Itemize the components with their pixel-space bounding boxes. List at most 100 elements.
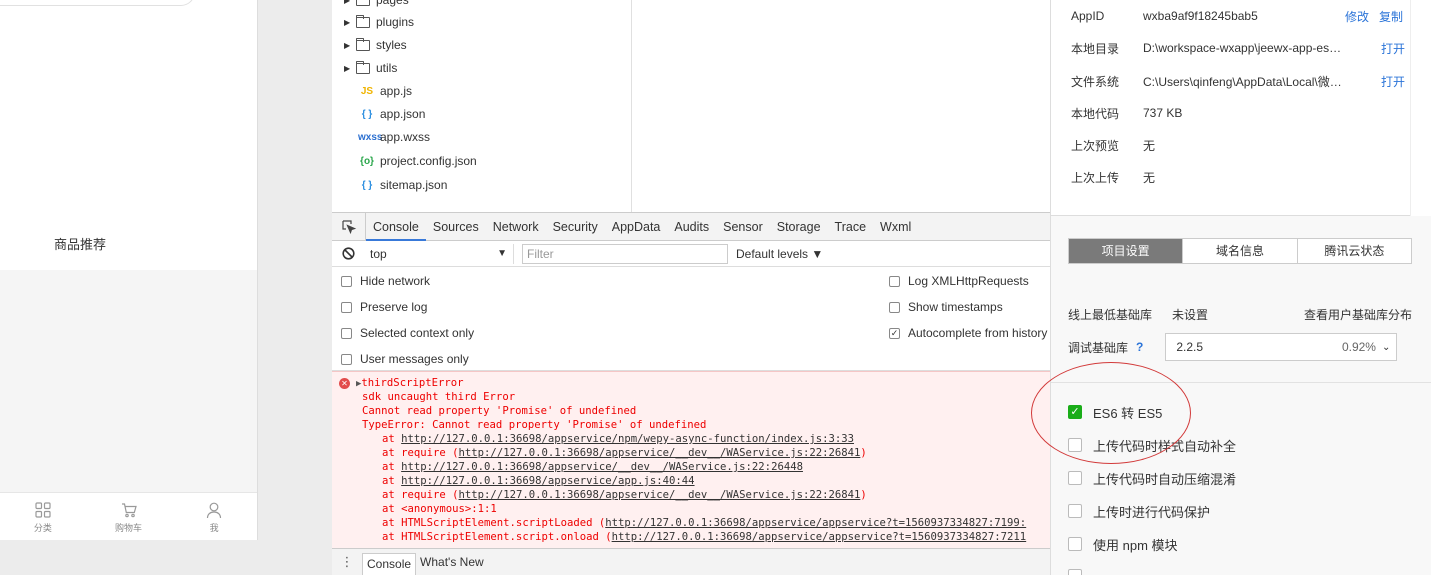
tab-appdata[interactable]: AppData (605, 213, 668, 241)
drawer-tab-whats-new[interactable]: What's New (416, 549, 488, 575)
checkbox[interactable] (341, 275, 352, 287)
folder-icon (356, 60, 370, 74)
checkbox[interactable] (889, 275, 900, 287)
option-partial[interactable] (1068, 566, 1093, 575)
checkbox[interactable] (1068, 471, 1082, 485)
setting-show-timestamps[interactable]: Show timestamps (889, 300, 1003, 314)
checkbox[interactable] (1068, 569, 1082, 575)
tab-wxml[interactable]: Wxml (873, 213, 918, 241)
stack-link[interactable]: http://127.0.0.1:36698/appservice/__dev_… (401, 461, 803, 473)
setting-user-messages[interactable]: User messages only (341, 352, 469, 366)
tree-file-app-wxss[interactable]: wxss app.wxss (332, 126, 430, 148)
checkbox[interactable] (341, 353, 352, 365)
project-panel: AppID wxba9af9f18245bab5 修改 复制 本地目录 D:\w… (1050, 0, 1431, 575)
tree-file-app-json[interactable]: { } app.json (332, 103, 426, 125)
console-filter-input[interactable]: Filter (522, 243, 728, 264)
checkbox[interactable] (1068, 438, 1082, 452)
stack-link[interactable]: http://127.0.0.1:36698/appservice/__dev_… (459, 447, 861, 459)
stack-prefix: at <anonymous>:1:1 (382, 503, 497, 515)
setting-selected-context[interactable]: Selected context only (341, 326, 474, 340)
option-code-protection[interactable]: 上传时进行代码保护 (1068, 501, 1210, 521)
stack-frame: at http://127.0.0.1:36698/appservice/npm… (382, 433, 854, 445)
option-npm-module[interactable]: 使用 npm 模块 (1068, 534, 1178, 554)
tab-trace[interactable]: Trace (828, 213, 874, 241)
tab-sources[interactable]: Sources (426, 213, 486, 241)
open-filesystem-link[interactable]: 打开 (1381, 73, 1405, 90)
tree-folder-plugins[interactable]: ▶ plugins (332, 11, 414, 33)
info-row-code-size: 本地代码 737 KB (1071, 103, 1343, 123)
tab-storage[interactable]: Storage (770, 213, 828, 241)
stack-link[interactable]: http://127.0.0.1:36698/appservice/appser… (605, 517, 1026, 529)
segment-project-settings[interactable]: 项目设置 (1069, 239, 1184, 263)
more-vertical-icon[interactable]: ⋮ (332, 554, 362, 570)
stack-link[interactable]: http://127.0.0.1:36698/appservice/appser… (612, 531, 1027, 543)
tabbar-label: 我 (209, 523, 219, 533)
search-pill[interactable] (0, 0, 195, 6)
setting-autocomplete-history[interactable]: ✓ Autocomplete from history (889, 326, 1047, 340)
stack-frame: at http://127.0.0.1:36698/appservice/app… (382, 475, 695, 487)
chevron-right-icon[interactable]: ▶ (344, 0, 354, 5)
checkbox[interactable] (1068, 537, 1082, 551)
panel-gap (258, 0, 332, 575)
setting-log-xhr[interactable]: Log XMLHttpRequests (889, 274, 1029, 288)
checkbox-checked[interactable]: ✓ (889, 327, 900, 339)
tree-folder-pages[interactable]: ▶ pages (332, 0, 409, 11)
tabbar-item-me[interactable]: 我 (171, 493, 257, 540)
stack-link[interactable]: http://127.0.0.1:36698/appservice/app.js… (401, 475, 694, 487)
setting-label: Hide network (360, 274, 431, 288)
open-local-dir-link[interactable]: 打开 (1381, 40, 1405, 57)
option-style-autocomplete[interactable]: 上传代码时样式自动补全 (1068, 435, 1236, 455)
info-row-last-upload: 上次上传 无 (1071, 167, 1343, 187)
setting-hide-network[interactable]: Hide network (341, 274, 430, 288)
tree-folder-utils[interactable]: ▶ utils (332, 57, 397, 79)
tree-folder-styles[interactable]: ▶ styles (332, 34, 407, 56)
setting-label: Show timestamps (908, 300, 1003, 314)
tab-security[interactable]: Security (546, 213, 605, 241)
inspect-element-button[interactable] (332, 212, 366, 241)
checkbox[interactable] (341, 327, 352, 339)
copy-appid-link[interactable]: 复制 (1379, 8, 1403, 25)
checkbox[interactable] (341, 301, 352, 313)
stack-link[interactable]: http://127.0.0.1:36698/appservice/__dev_… (459, 489, 861, 501)
debug-lib-select[interactable]: 2.2.5 0.92% ⌄ (1165, 333, 1398, 361)
debug-lib-version: 2.2.5 (1176, 340, 1204, 354)
stack-prefix: at require ( (382, 447, 459, 459)
setting-label: Autocomplete from history (908, 326, 1048, 340)
clear-console-button[interactable] (332, 247, 364, 260)
option-minify[interactable]: 上传代码时自动压缩混淆 (1068, 468, 1236, 488)
drawer-tab-console[interactable]: Console (362, 553, 417, 575)
tree-file-sitemap[interactable]: { } sitemap.json (332, 174, 448, 196)
stack-suffix: ) (860, 489, 867, 501)
segment-domain-info[interactable]: 域名信息 (1183, 239, 1298, 263)
tab-audits[interactable]: Audits (667, 213, 716, 241)
tab-network[interactable]: Network (486, 213, 546, 241)
chevron-right-icon[interactable]: ▶ (344, 18, 354, 27)
chevron-right-icon[interactable]: ▶ (344, 41, 354, 50)
segment-tencent-cloud[interactable]: 腾讯云状态 (1297, 239, 1411, 263)
tree-folder-label: plugins (376, 15, 415, 29)
base-lib-distribution-link[interactable]: 查看用户基础库分布 (1304, 306, 1412, 323)
error-title[interactable]: ▶thirdScriptError (356, 377, 463, 389)
tabbar-item-category[interactable]: 分类 (0, 493, 86, 540)
checkbox[interactable] (1068, 504, 1082, 518)
folder-icon (356, 14, 370, 28)
tab-console[interactable]: Console (366, 212, 426, 241)
setting-preserve-log[interactable]: Preserve log (341, 300, 427, 314)
tree-file-app-js[interactable]: JS app.js (332, 80, 412, 102)
log-levels-dropdown[interactable]: Default levels ▼ (736, 247, 823, 261)
stack-link[interactable]: http://127.0.0.1:36698/appservice/npm/we… (401, 433, 854, 445)
checkbox[interactable] (889, 301, 900, 313)
edit-appid-link[interactable]: 修改 (1345, 8, 1369, 25)
tabbar-item-cart[interactable]: 购物车 (86, 493, 172, 540)
option-label: 上传代码时样式自动补全 (1093, 438, 1237, 454)
option-es6-to-es5[interactable]: ✓ ES6 转 ES5 (1068, 402, 1162, 422)
chevron-down-icon: ⌄ (1381, 341, 1391, 353)
help-icon[interactable]: ? (1136, 340, 1143, 354)
scrollbar[interactable] (1410, 0, 1431, 216)
console-settings: Hide network Preserve log Selected conte… (332, 267, 1050, 371)
context-selector[interactable]: top ▼ (364, 243, 514, 264)
checkbox-checked[interactable]: ✓ (1068, 405, 1082, 419)
tree-file-project-config[interactable]: {o} project.config.json (332, 150, 477, 172)
chevron-right-icon[interactable]: ▶ (344, 64, 354, 73)
tab-sensor[interactable]: Sensor (716, 213, 770, 241)
